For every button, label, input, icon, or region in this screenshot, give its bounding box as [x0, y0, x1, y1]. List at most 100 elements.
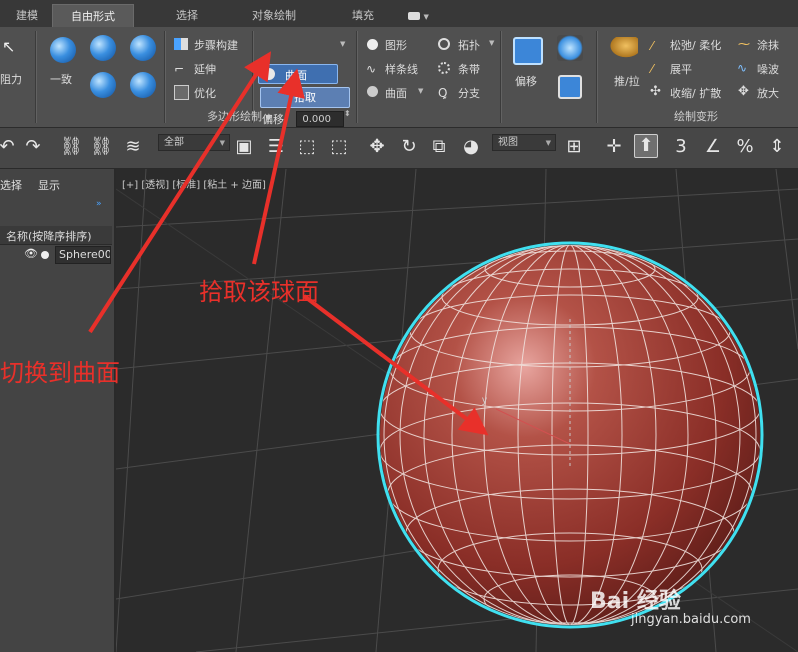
sphere-object: y — [376, 241, 764, 629]
percent-snap-icon[interactable]: % — [734, 136, 756, 158]
baidu-watermark-url: jingyan.baidu.com — [631, 612, 751, 627]
spinner-snap-icon[interactable]: ⇕ — [766, 136, 788, 158]
select-object-icon[interactable]: ▣ — [233, 136, 255, 158]
link-icon[interactable]: ⛓ — [60, 136, 83, 158]
push-pull-button[interactable]: 推/拉 — [614, 73, 640, 89]
group-label-paint-deform: 绘制变形 — [674, 110, 718, 123]
strips-icon[interactable] — [438, 62, 450, 74]
tab-modeling[interactable]: 建模 — [16, 7, 38, 23]
perspective-viewport[interactable]: [+] [透视] [标准] [粘土 + 边面] y — [116, 169, 798, 652]
ribbon-tab-bar: 建模 自由形式 选择 对象绘制 填充 ▼ — [0, 0, 798, 28]
shrink-icon[interactable]: ✣ — [650, 84, 661, 99]
window-crossing-icon[interactable]: ⬚ — [328, 136, 350, 158]
explorer-column-header[interactable]: 名称(按降序排序) — [0, 226, 112, 245]
tab-freeform[interactable]: 自由形式 — [52, 4, 134, 27]
main-toolbar: ↶ ↷ ⛓ ⛓ ≋ 全部 ▣ ☰ ⬚ ⬚ ✥ ↻ ⧉ ◕ 视图 ⊞ ✛ ⬆ 3 … — [0, 128, 798, 169]
rect-selection-icon[interactable]: ⬚ — [296, 136, 318, 158]
scale-icon[interactable]: ⧉ — [428, 136, 450, 158]
pick-button-label: 拾取 — [294, 91, 316, 104]
snap-toggle-icon[interactable]: 3 — [670, 136, 692, 158]
chevron-down-icon[interactable]: ▼ — [489, 39, 494, 47]
conform-label[interactable]: 一致 — [50, 71, 72, 87]
unlink-icon[interactable]: ⛓ — [90, 136, 113, 158]
explorer-tab-select[interactable]: 选择 — [0, 177, 22, 193]
rotate-icon[interactable]: ↻ — [398, 136, 420, 158]
flatten-icon[interactable]: ⁄ — [651, 62, 653, 76]
relax-button[interactable]: 松弛/ 柔化 — [670, 37, 721, 53]
offset-spinner[interactable]: 0.000 — [296, 111, 344, 127]
viewport-scene: y — [116, 169, 798, 652]
annotation-pick-sphere-face: 拾取该球面 — [199, 278, 319, 306]
conform-rotate-icon[interactable] — [130, 35, 156, 61]
optimize-icon[interactable] — [174, 85, 189, 100]
strips-button[interactable]: 条带 — [458, 61, 480, 77]
shapes-button[interactable]: 图形 — [385, 37, 407, 53]
tab-populate[interactable]: 填充 — [352, 7, 374, 23]
visibility-eye-icon[interactable]: 👁 — [24, 247, 38, 260]
smudge-button[interactable]: 涂抹 — [757, 37, 779, 53]
step-build-button[interactable]: 步骤构建 — [194, 37, 238, 53]
conform-scale-icon[interactable] — [90, 72, 116, 98]
ribbon-options-icon[interactable]: ▼ — [408, 9, 429, 22]
draw-on-surface-dropdown[interactable]: 曲面 — [258, 64, 338, 84]
scale-tool-icon[interactable] — [558, 75, 582, 99]
offset-tool-icon[interactable] — [513, 37, 543, 65]
pivot-center-icon[interactable]: ⊞ — [563, 136, 585, 158]
selection-filter-dropdown[interactable]: 全部 — [158, 134, 230, 151]
shapes-icon[interactable] — [367, 39, 378, 50]
select-by-name-icon[interactable]: ☰ — [265, 136, 287, 158]
angle-snap-icon[interactable]: ∠ — [702, 136, 724, 158]
surface-draw-icon[interactable] — [367, 86, 378, 97]
explorer-tab-display[interactable]: 显示 — [38, 177, 60, 193]
drag-label[interactable]: 阻力 — [0, 71, 22, 87]
annotation-switch-to-surface: 切换到曲面 — [0, 359, 120, 387]
tab-object-paint[interactable]: 对象绘制 — [252, 7, 296, 23]
topology-icon[interactable] — [438, 38, 450, 50]
tab-selection[interactable]: 选择 — [176, 7, 198, 23]
conform-relax-icon[interactable] — [130, 72, 156, 98]
branches-button[interactable]: 分支 — [458, 85, 480, 101]
conform-brush-icon[interactable] — [50, 37, 76, 63]
noise-icon[interactable]: ∿ — [737, 61, 747, 75]
extend-icon[interactable]: ⌐ — [174, 62, 184, 76]
flatten-button[interactable]: 展平 — [670, 61, 692, 77]
baidu-watermark: Bai 经验 — [590, 589, 681, 614]
splines-button[interactable]: 样条线 — [385, 61, 418, 77]
spinner-arrows-icon[interactable]: ⬍ — [344, 109, 351, 118]
topology-button[interactable]: 拓扑 — [458, 37, 480, 53]
rotate-tool-icon[interactable] — [557, 35, 583, 61]
conform-move-icon[interactable] — [90, 35, 116, 61]
keyboard-shortcut-override-icon[interactable]: ⬆ — [634, 134, 658, 158]
object-row-sphere[interactable]: Sphere00 — [55, 246, 111, 264]
chevron-down-icon[interactable]: ▼ — [418, 87, 423, 95]
shrink-button[interactable]: 收缩/ 扩散 — [670, 85, 721, 101]
surface-draw-button[interactable]: 曲面 — [385, 85, 407, 101]
expand-icon[interactable]: » — [96, 199, 102, 209]
splines-icon[interactable]: ∿ — [366, 62, 376, 76]
select-manipulate-icon[interactable]: ✛ — [603, 136, 625, 158]
group-label-poly-draw[interactable]: 多边形绘制 ▼ — [207, 108, 272, 124]
undo-icon[interactable]: ↶ — [0, 136, 18, 158]
relax-icon[interactable]: ⁄ — [651, 39, 653, 53]
chevron-down-icon[interactable]: ▼ — [340, 40, 345, 48]
bind-spacewarp-icon[interactable]: ≋ — [122, 136, 144, 158]
column-header-name: 名称(按降序排序) — [6, 230, 92, 243]
move-icon[interactable]: ✥ — [366, 136, 388, 158]
offset-tool-label[interactable]: 偏移 — [515, 73, 537, 89]
object-name: Sphere00 — [59, 248, 111, 261]
cursor-icon[interactable]: ↖ — [2, 37, 15, 56]
placement-icon[interactable]: ◕ — [460, 136, 482, 158]
step-build-icon[interactable] — [174, 38, 188, 50]
reference-coord-dropdown[interactable]: 视图 — [492, 134, 556, 151]
enlarge-icon[interactable]: ✥ — [738, 84, 749, 99]
extend-button[interactable]: 延伸 — [194, 61, 216, 77]
enlarge-button[interactable]: 放大 — [757, 85, 779, 101]
pick-button[interactable]: 拾取 — [260, 87, 350, 108]
redo-icon[interactable]: ↷ — [22, 136, 44, 158]
branches-icon[interactable]: Ꝗ — [438, 86, 447, 100]
optimize-button[interactable]: 优化 — [194, 85, 216, 101]
noise-button[interactable]: 噪波 — [757, 61, 779, 77]
push-pull-icon[interactable] — [608, 37, 638, 59]
object-type-icon — [41, 251, 49, 259]
smudge-icon[interactable]: ⁓ — [738, 37, 750, 51]
